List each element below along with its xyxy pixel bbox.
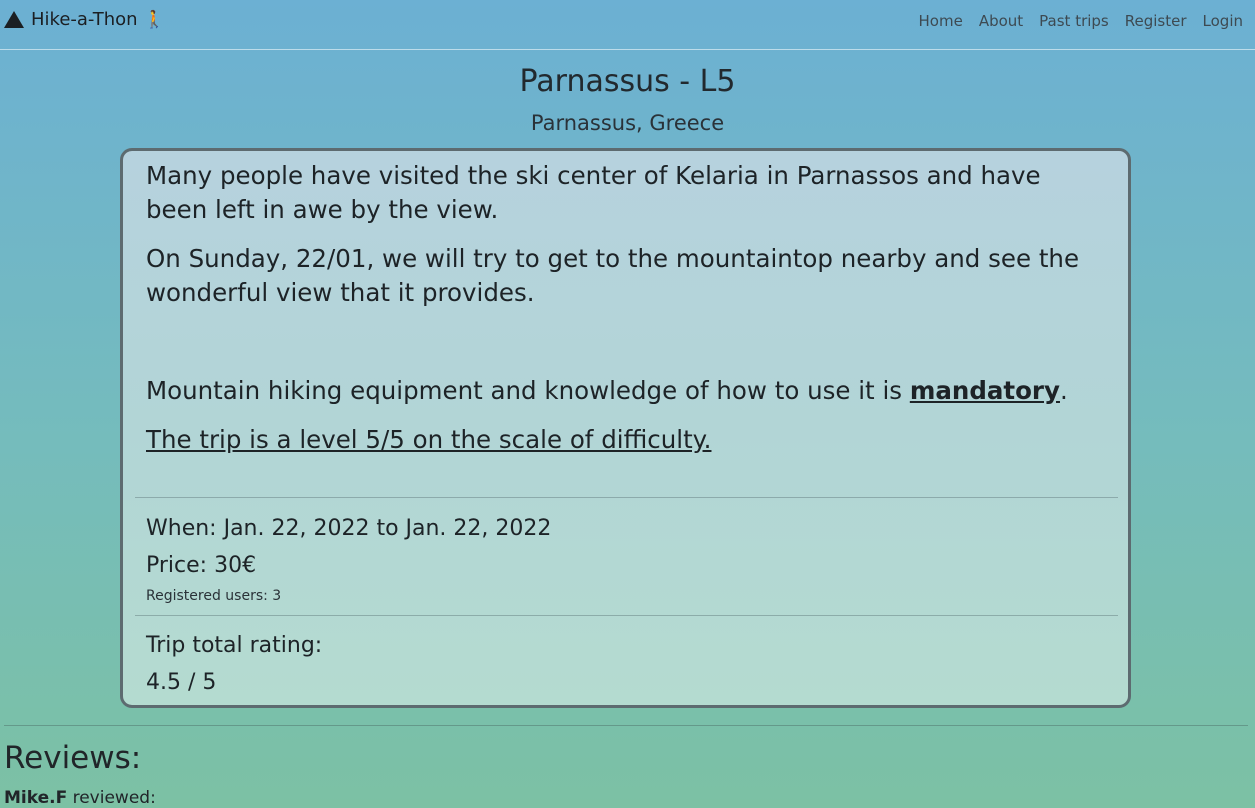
description-paragraph: On Sunday, 22/01, we will try to get to …: [146, 244, 1080, 307]
navbar: Hike-a-Thon 🚶 Home About Past trips Regi…: [0, 0, 1255, 50]
description-spacer: [146, 325, 1106, 359]
trip-title: Parnassus - L5: [519, 64, 736, 99]
period-text: .: [1059, 376, 1068, 405]
registered-users: Registered users: 3: [146, 588, 282, 604]
nav-link-login[interactable]: Login: [1203, 12, 1243, 30]
trip-rating: Trip total rating: 4.5 / 5: [146, 631, 322, 698]
brand-link[interactable]: Hike-a-Thon 🚶: [4, 9, 165, 30]
mountain-icon: [4, 11, 24, 28]
nav-link-home[interactable]: Home: [919, 12, 963, 30]
review-author: Mike.F: [4, 788, 68, 808]
rating-value: 4.5 / 5: [146, 670, 217, 695]
difficulty-note: The trip is a level 5/5 on the scale of …: [146, 425, 712, 454]
review-item: Mike.F reviewed:: [4, 788, 156, 808]
review-text: reviewed:: [67, 788, 156, 808]
trip-dates: When: Jan. 22, 2022 to Jan. 22, 2022: [146, 516, 552, 541]
hiker-icon: 🚶: [143, 9, 165, 30]
nav-link-past-trips[interactable]: Past trips: [1039, 12, 1109, 30]
nav-link-register[interactable]: Register: [1125, 12, 1187, 30]
brand-name: Hike-a-Thon: [31, 9, 138, 30]
description-paragraph: Mountain hiking equipment and knowledge …: [146, 374, 1106, 408]
nav-link-about[interactable]: About: [979, 12, 1023, 30]
rating-label: Trip total rating:: [146, 633, 323, 658]
description-paragraph: Many people have visited the ski center …: [146, 161, 1041, 224]
equipment-text: Mountain hiking equipment and knowledge …: [146, 376, 910, 405]
divider: [135, 615, 1118, 616]
nav-links: Home About Past trips Register Login: [911, 12, 1255, 30]
reviews-title: Reviews:: [4, 740, 142, 776]
section-divider: [4, 725, 1248, 726]
trip-location: Parnassus, Greece: [530, 111, 725, 135]
mandatory-emphasis: mandatory: [909, 376, 1060, 405]
trip-card: Many people have visited the ski center …: [120, 148, 1131, 708]
trip-description: Many people have visited the ski center …: [146, 159, 1106, 472]
divider: [135, 497, 1118, 498]
trip-details: When: Jan. 22, 2022 to Jan. 22, 2022 Pri…: [146, 514, 551, 606]
trip-price: Price: 30€: [146, 553, 257, 578]
